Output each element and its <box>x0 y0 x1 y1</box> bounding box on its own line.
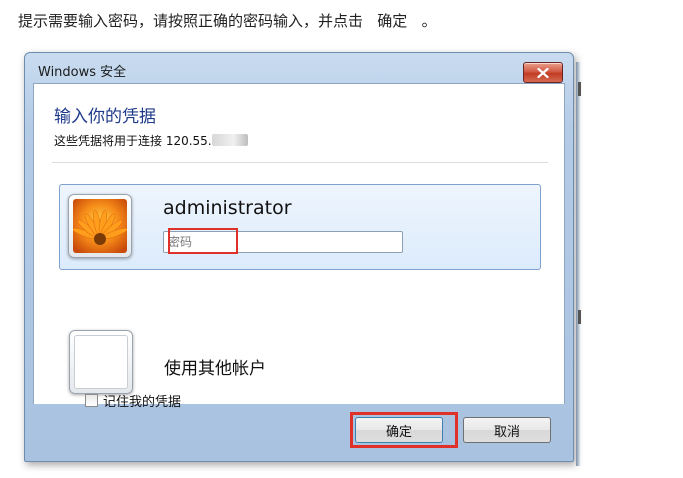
titlebar: Windows 安全 <box>25 53 573 83</box>
dialog-content: 输入你的凭据 这些凭据将用于连接 120.55. administrator 使… <box>33 83 565 404</box>
window-edge-shadow <box>576 62 580 466</box>
dialog-heading: 输入你的凭据 <box>54 107 156 127</box>
flower-avatar-icon <box>73 199 127 253</box>
password-input[interactable] <box>163 231 403 253</box>
divider <box>52 162 548 163</box>
instruction-text: 提示需要输入密码，请按照正确的密码输入，并点击 确定 。 <box>18 12 437 30</box>
edge-fragment <box>578 82 581 96</box>
close-button[interactable] <box>523 62 563 83</box>
checkbox-box[interactable] <box>85 394 98 407</box>
blank-avatar-icon <box>74 335 128 389</box>
windows-security-dialog: Windows 安全 输入你的凭据 这些凭据将用于连接 120.55. admi… <box>24 52 574 462</box>
ok-button[interactable]: 确定 <box>355 417 443 443</box>
subheading-text: 这些凭据将用于连接 120.55. <box>54 134 212 148</box>
username-label: administrator <box>163 197 292 219</box>
window-title: Windows 安全 <box>38 65 127 80</box>
remember-label: 记住我的凭据 <box>103 395 182 410</box>
credential-tile-administrator[interactable]: administrator <box>59 184 541 270</box>
edge-fragment <box>578 310 581 324</box>
dialog-subheading: 这些凭据将用于连接 120.55. <box>54 132 248 149</box>
use-other-account-option[interactable]: 使用其他帐户 <box>164 354 266 379</box>
close-icon <box>537 67 549 78</box>
document-page: 提示需要输入密码，请按照正确的密码输入，并点击 确定 。 Windows 安全 … <box>0 0 683 478</box>
remember-credentials-checkbox[interactable]: 记住我的凭据 <box>85 391 181 410</box>
user-avatar <box>68 194 132 258</box>
other-account-avatar[interactable] <box>69 330 133 394</box>
redacted-ip-mask <box>211 134 248 146</box>
cancel-button[interactable]: 取消 <box>463 417 551 443</box>
